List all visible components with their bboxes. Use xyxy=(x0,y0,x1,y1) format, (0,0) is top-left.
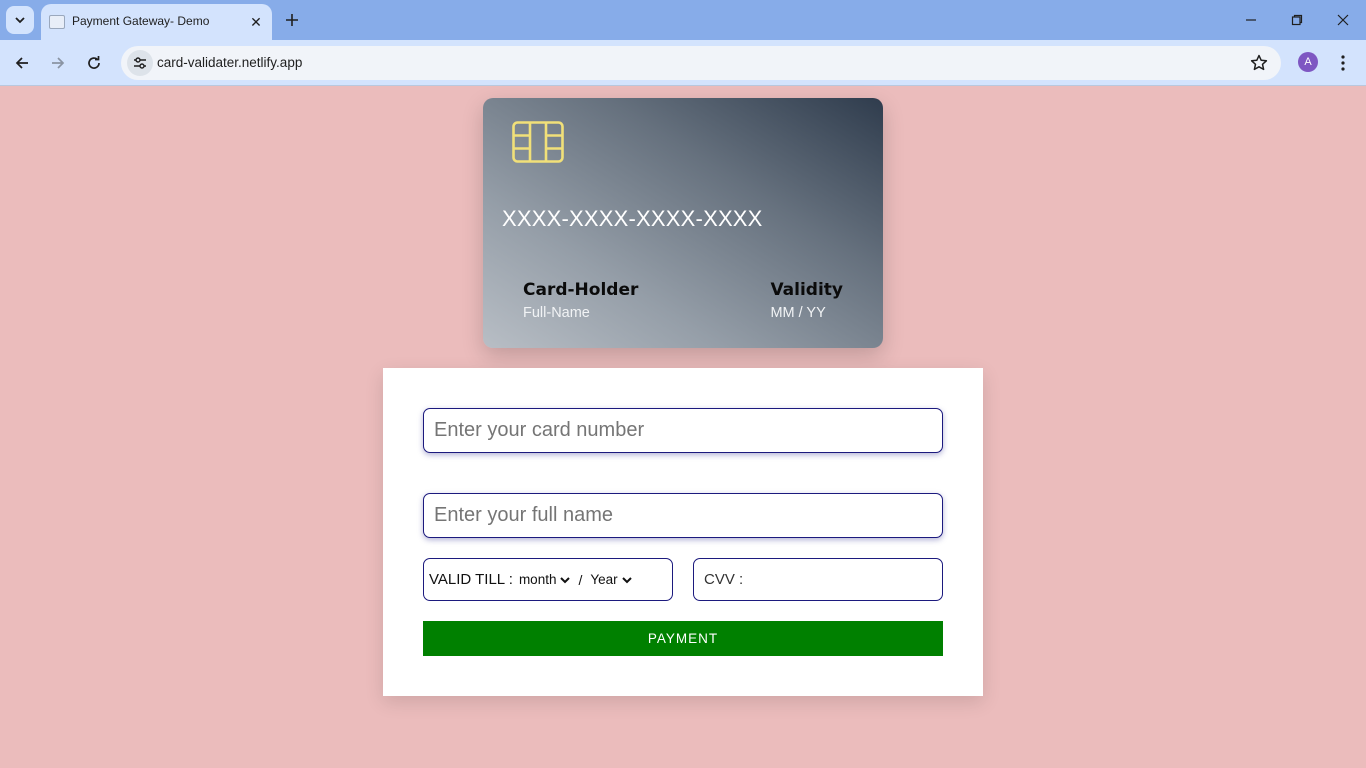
tab-title: Payment Gateway- Demo xyxy=(72,14,210,28)
minimize-icon xyxy=(1246,19,1256,21)
valid-till-field: VALID TILL : month / Year xyxy=(423,558,673,601)
card-number-display: XXXX-XXXX-XXXX-XXXX xyxy=(502,206,763,231)
url-text: card-validater.netlify.app xyxy=(157,55,303,70)
site-settings-button[interactable] xyxy=(127,50,153,76)
arrow-right-icon xyxy=(52,57,65,69)
page-favicon-icon xyxy=(49,15,65,29)
tab-search-button[interactable] xyxy=(6,6,34,34)
back-button[interactable] xyxy=(8,49,36,77)
year-select[interactable]: Year xyxy=(590,572,632,587)
credit-card-preview: XXXX-XXXX-XXXX-XXXX Card-Holder Full-Nam… xyxy=(483,98,883,348)
validity-value: MM / YY xyxy=(770,305,826,321)
cvv-label: CVV : xyxy=(704,571,744,588)
minimize-button[interactable] xyxy=(1228,0,1274,40)
payment-button[interactable]: PAYMENT xyxy=(423,621,943,656)
validity-label: Validity xyxy=(770,280,843,300)
restore-icon xyxy=(1291,14,1303,26)
payment-form: VALID TILL : month / Year CVV : PAYMENT xyxy=(383,368,983,696)
month-select-value: month xyxy=(518,572,557,587)
new-tab-button[interactable] xyxy=(280,6,304,34)
full-name-input[interactable] xyxy=(423,493,943,538)
profile-avatar[interactable]: A xyxy=(1298,52,1318,72)
browser-menu-button[interactable] xyxy=(1333,49,1353,77)
card-holder-label: Card-Holder xyxy=(523,280,639,300)
card-holder-block: Card-Holder Full-Name xyxy=(523,280,638,321)
tune-icon xyxy=(134,57,146,69)
reload-icon xyxy=(88,56,100,69)
browser-tab[interactable]: Payment Gateway- Demo ✕ xyxy=(41,4,272,40)
card-number-input[interactable] xyxy=(423,408,943,453)
more-vertical-icon xyxy=(1341,55,1345,71)
card-holder-value: Full-Name xyxy=(523,305,590,321)
browser-toolbar: card-validater.netlify.app A xyxy=(0,40,1366,86)
close-tab-icon[interactable]: ✕ xyxy=(246,12,266,32)
validity-block: Validity MM / YY xyxy=(770,280,843,321)
browser-tab-strip: Payment Gateway- Demo ✕ xyxy=(0,0,1366,40)
valid-till-label: VALID TILL : xyxy=(429,571,513,588)
arrow-left-icon xyxy=(15,57,28,69)
restore-button[interactable] xyxy=(1274,0,1320,40)
date-separator: / xyxy=(578,571,583,588)
chevron-down-icon xyxy=(15,17,25,24)
reload-button[interactable] xyxy=(80,49,108,77)
month-select[interactable]: month xyxy=(519,572,571,587)
address-bar[interactable]: card-validater.netlify.app xyxy=(121,46,1281,80)
year-select-value: Year xyxy=(590,572,618,587)
cvv-input[interactable]: CVV : xyxy=(693,558,943,601)
close-icon xyxy=(1337,14,1349,26)
chevron-down-icon xyxy=(621,576,632,583)
close-window-button[interactable] xyxy=(1320,0,1366,40)
bookmark-star-icon[interactable] xyxy=(1249,53,1269,73)
plus-icon xyxy=(286,14,298,26)
chevron-down-icon xyxy=(560,576,571,583)
card-chip-icon xyxy=(512,121,564,163)
forward-button[interactable] xyxy=(44,49,72,77)
